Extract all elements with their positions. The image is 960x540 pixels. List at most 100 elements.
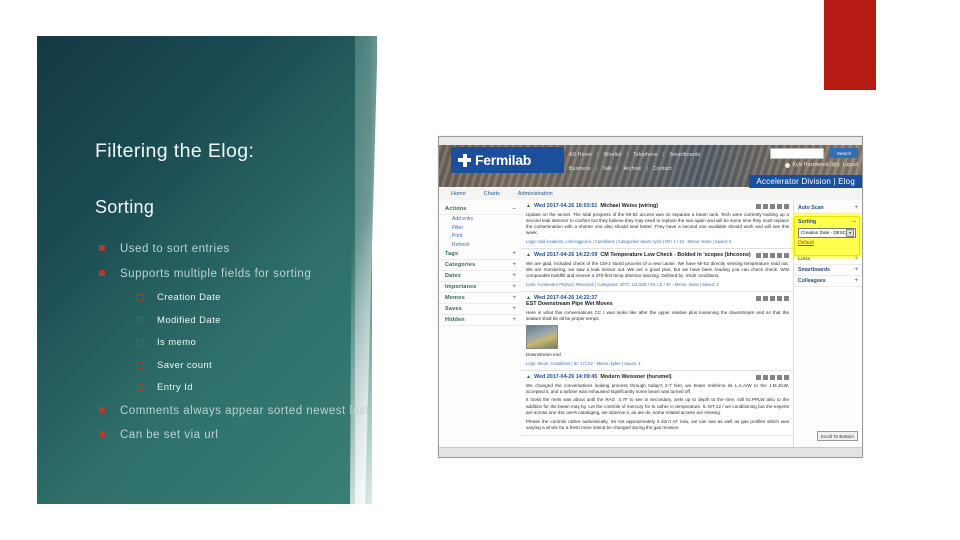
expand-icon[interactable]: + [854,267,858,273]
entry-body: Here is what this conversations CC I was… [526,309,789,322]
email-icon[interactable] [770,295,775,301]
expand-icon[interactable]: + [512,284,516,290]
nav-item-telephone[interactable]: Telephone [633,152,658,158]
sorting-panel-header[interactable]: Sorting – [798,219,856,226]
sidebar-subitem-add-entry[interactable]: Add entry [439,215,521,224]
nav-item-ad-home[interactable]: AD Home [569,152,592,158]
nav-row-secondary: Business | Talk | Archive | Contact [569,162,672,175]
search-button[interactable]: Search [830,148,858,158]
tab-charts[interactable]: Charts [484,191,500,197]
sidebar-item-colleagues[interactable]: Colleagues + [794,276,862,287]
save-icon[interactable] [777,252,782,258]
entry-body: We are glad, included check of the CM-2 … [526,260,789,279]
entry-author: Modern Weissner (hurumel) [600,374,672,381]
expand-icon[interactable]: + [854,256,858,262]
tab-administration[interactable]: Administration [518,191,553,197]
sidebar-item-saves[interactable]: Saves + [439,304,521,316]
collapse-caret-icon[interactable]: ▲ [526,252,531,258]
nav-item-archive[interactable]: Archive [624,166,642,172]
bullet-hollow-icon [137,361,144,369]
entry-action-icons[interactable] [756,252,789,258]
entry-action-icons[interactable] [756,295,789,301]
chevron-down-icon[interactable]: ▾ [846,228,854,237]
sidebar-item-smartboards[interactable]: Smartboards + [794,265,862,276]
save-icon[interactable] [777,295,782,301]
sidebar-subitem-refresh[interactable]: Refresh [439,241,521,250]
print-icon[interactable] [756,295,761,301]
list-item-label: Saver count [157,359,213,371]
entry-action-icons[interactable] [756,203,789,209]
email-icon[interactable] [770,252,775,258]
collapse-caret-icon[interactable]: ▲ [526,203,531,209]
nav-item-wirelist[interactable]: Wirelist [604,152,622,158]
bullet-hollow-icon [137,339,144,346]
sidebar-item-auto-scan[interactable]: Auto Scan + [794,203,862,214]
nav-item-smartboards[interactable]: Smartboards [669,152,700,158]
user-session: Kyle Hazelwood (kjh) Logout [784,162,858,168]
email-icon[interactable] [770,374,775,380]
bullet-hollow-icon [137,316,144,324]
sidebar-item-label: Dates [445,273,461,280]
print-icon[interactable] [756,252,761,258]
sidebar-item-dates[interactable]: Dates + [439,271,521,283]
entry-image-thumbnail[interactable] [526,325,558,350]
expand-icon[interactable]: + [512,306,516,312]
sidebar-item-hidden[interactable]: Hidden + [439,315,521,327]
list-item[interactable]: ▲ Wed 2017-04-26 14:22:09 CM Temperature… [521,249,794,293]
sidebar-subitem-print[interactable]: Print [439,232,521,241]
print-icon[interactable] [756,374,761,380]
entry-header: ▲ Wed 2017-04-26 14:09:45 Modern Weissne… [526,374,789,380]
tab-home[interactable]: Home [451,191,466,197]
scroll-to-bottom-button[interactable]: Scroll To Bottom [816,431,858,441]
list-item[interactable]: ▲ Wed 2017-04-26 14:22:37 EST Downstream… [521,292,794,372]
edit-icon[interactable] [784,252,789,258]
list-item[interactable]: ▲ Wed 2017-04-26 14:09:45 Modern Weissne… [521,371,794,436]
nav-item-talk[interactable]: Talk [602,166,612,172]
entry-body-paragraph-3: Please the controls rather authentically… [526,418,789,430]
sidebar-item-memos[interactable]: Memos + [439,293,521,305]
collapse-icon[interactable]: – [513,206,516,212]
link-icon[interactable] [763,203,768,209]
save-icon[interactable] [777,203,782,209]
sidebar-item-label: Hidden [445,317,465,324]
expand-icon[interactable]: + [512,262,516,268]
list-item: Modified Date [95,315,375,326]
sidebar-item-label: Actions [445,206,467,212]
print-icon[interactable] [756,203,761,209]
edit-icon[interactable] [784,295,789,301]
save-icon[interactable] [777,374,782,380]
sort-default-link[interactable]: Default [798,240,856,246]
sort-field-select[interactable]: Creation Date - DESC ▾ [798,227,856,238]
search-input[interactable] [770,148,824,159]
expand-icon[interactable]: + [512,317,516,323]
collapse-caret-icon[interactable]: ▲ [526,374,531,380]
entry-action-icons[interactable] [756,374,789,380]
nav-item-business[interactable]: Business [569,166,591,172]
expand-icon[interactable]: + [854,278,858,284]
list-item: Entry Id [95,382,375,393]
link-icon[interactable] [763,374,768,380]
sidebar-item-tags[interactable]: Tags + [439,249,521,261]
sidebar-item-categories[interactable]: Categories + [439,260,521,272]
expand-icon[interactable]: + [512,273,516,279]
logout-link[interactable]: Logout [843,162,858,168]
expand-icon[interactable]: + [854,205,858,211]
sidebar-item-actions[interactable]: Actions – [439,204,521,215]
nav-item-contact[interactable]: Contact [653,166,672,172]
sidebar-subitem-filter[interactable]: Filter [439,224,521,233]
link-icon[interactable] [763,295,768,301]
expand-icon[interactable]: + [512,295,516,301]
accent-red-block [824,0,876,90]
list-item[interactable]: ▲ Wed 2017-04-26 16:03:51 Michael Weiss … [521,200,794,250]
edit-icon[interactable] [784,203,789,209]
fermilab-logo[interactable]: Fermilab [451,147,564,173]
collapse-icon[interactable]: – [853,219,856,225]
bullet-icon [99,245,105,251]
nav-row-primary: AD Home | Wirelist | Telephone | Smartbo… [569,148,700,161]
sidebar-item-importance[interactable]: Importance + [439,282,521,294]
link-icon[interactable] [763,252,768,258]
email-icon[interactable] [770,203,775,209]
expand-icon[interactable]: + [512,251,516,257]
edit-icon[interactable] [784,374,789,380]
list-item: Comments always appear sorted newest las… [95,405,375,419]
